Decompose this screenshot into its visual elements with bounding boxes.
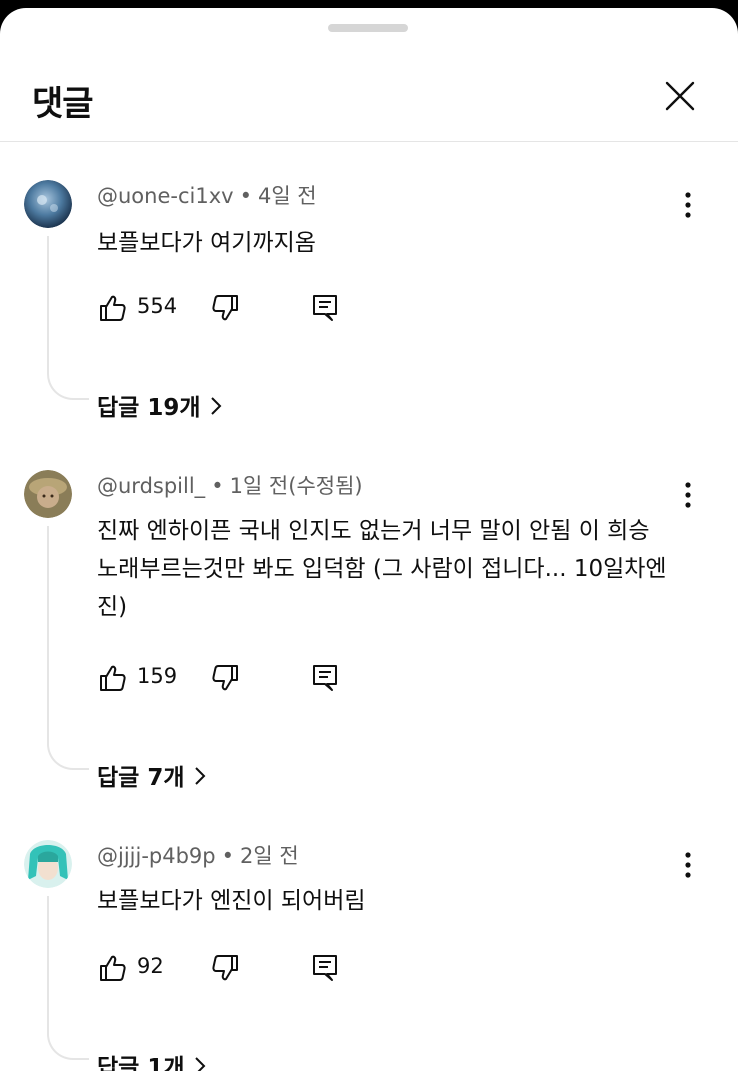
comment-actions: 554 bbox=[97, 292, 397, 332]
close-icon[interactable] bbox=[660, 76, 700, 116]
page-title: 댓글 bbox=[32, 84, 94, 124]
like-count: 159 bbox=[137, 664, 178, 688]
thumbs-up-icon bbox=[100, 295, 126, 321]
view-replies-button[interactable]: 답글 1개 bbox=[97, 1048, 207, 1071]
thumbs-up-icon bbox=[100, 955, 126, 981]
dislike-button[interactable] bbox=[209, 292, 241, 324]
comment-text: 진짜 엔하이픈 국내 인지도 없는거 너무 말이 안됨 이 희승 노래부르는것만… bbox=[97, 518, 667, 620]
comment-text: 보플보다가 엔진이 되어버림 bbox=[97, 888, 366, 914]
thread-line bbox=[47, 896, 89, 1060]
meta-separator: • bbox=[211, 474, 224, 498]
like-button[interactable] bbox=[97, 662, 129, 694]
like-button[interactable] bbox=[97, 952, 129, 984]
comment-meta: @urdspill_ • 1일 전(수정됨) bbox=[97, 470, 363, 500]
reply-button[interactable] bbox=[309, 952, 341, 984]
author-name[interactable]: @jjjj-p4b9p bbox=[97, 844, 216, 868]
replies-label: 답글 7개 bbox=[97, 765, 185, 791]
avatar[interactable] bbox=[24, 180, 72, 228]
comment-meta: @jjjj-p4b9p • 2일 전 bbox=[97, 840, 299, 870]
replies-label: 답글 1개 bbox=[97, 1055, 185, 1071]
thread-line bbox=[47, 526, 89, 770]
reply-icon bbox=[313, 295, 337, 321]
thumbs-down-icon bbox=[212, 665, 238, 691]
like-count: 92 bbox=[137, 954, 164, 978]
chevron-right-icon bbox=[193, 765, 207, 793]
thumbs-down-icon bbox=[212, 955, 238, 981]
timestamp[interactable]: 4일 전 bbox=[258, 184, 317, 208]
meta-separator: • bbox=[221, 844, 235, 868]
more-options-icon[interactable] bbox=[672, 186, 704, 222]
view-replies-button[interactable]: 답글 7개 bbox=[97, 758, 207, 793]
thumbs-up-icon bbox=[100, 665, 126, 691]
reply-button[interactable] bbox=[309, 662, 341, 694]
dislike-button[interactable] bbox=[209, 952, 241, 984]
comment-actions: 92 bbox=[97, 952, 397, 992]
comment-text: 보플보다가 여기까지옴 bbox=[97, 230, 316, 256]
comment-actions: 159 bbox=[97, 662, 397, 702]
reply-icon bbox=[313, 665, 337, 691]
like-button[interactable] bbox=[97, 292, 129, 324]
thread-line bbox=[47, 236, 89, 400]
reply-icon bbox=[313, 955, 337, 981]
thumbs-down-icon bbox=[212, 295, 238, 321]
comments-header: 댓글 bbox=[0, 48, 738, 142]
dislike-button[interactable] bbox=[209, 662, 241, 694]
like-count: 554 bbox=[137, 294, 178, 318]
timestamp[interactable]: 1일 전(수정됨) bbox=[230, 474, 363, 498]
author-name[interactable]: @uone-ci1xv bbox=[97, 184, 234, 208]
chevron-right-icon bbox=[193, 1055, 207, 1071]
reply-button[interactable] bbox=[309, 292, 341, 324]
chevron-right-icon bbox=[209, 395, 223, 423]
avatar[interactable] bbox=[24, 470, 72, 518]
author-name[interactable]: @urdspill_ bbox=[97, 474, 205, 498]
view-replies-button[interactable]: 답글 19개 bbox=[97, 388, 223, 423]
timestamp[interactable]: 2일 전 bbox=[240, 844, 299, 868]
replies-label: 답글 19개 bbox=[97, 395, 201, 421]
comments-sheet: 댓글 @uone-ci1xv • 4일 전 보플보다가 여기까지옴 554 답글… bbox=[0, 8, 738, 1071]
more-options-icon[interactable] bbox=[672, 846, 704, 882]
drag-handle[interactable] bbox=[328, 24, 408, 32]
comment-meta: @uone-ci1xv • 4일 전 bbox=[97, 180, 317, 210]
meta-separator: • bbox=[239, 184, 252, 208]
more-options-icon[interactable] bbox=[672, 476, 704, 512]
avatar[interactable] bbox=[24, 840, 72, 888]
